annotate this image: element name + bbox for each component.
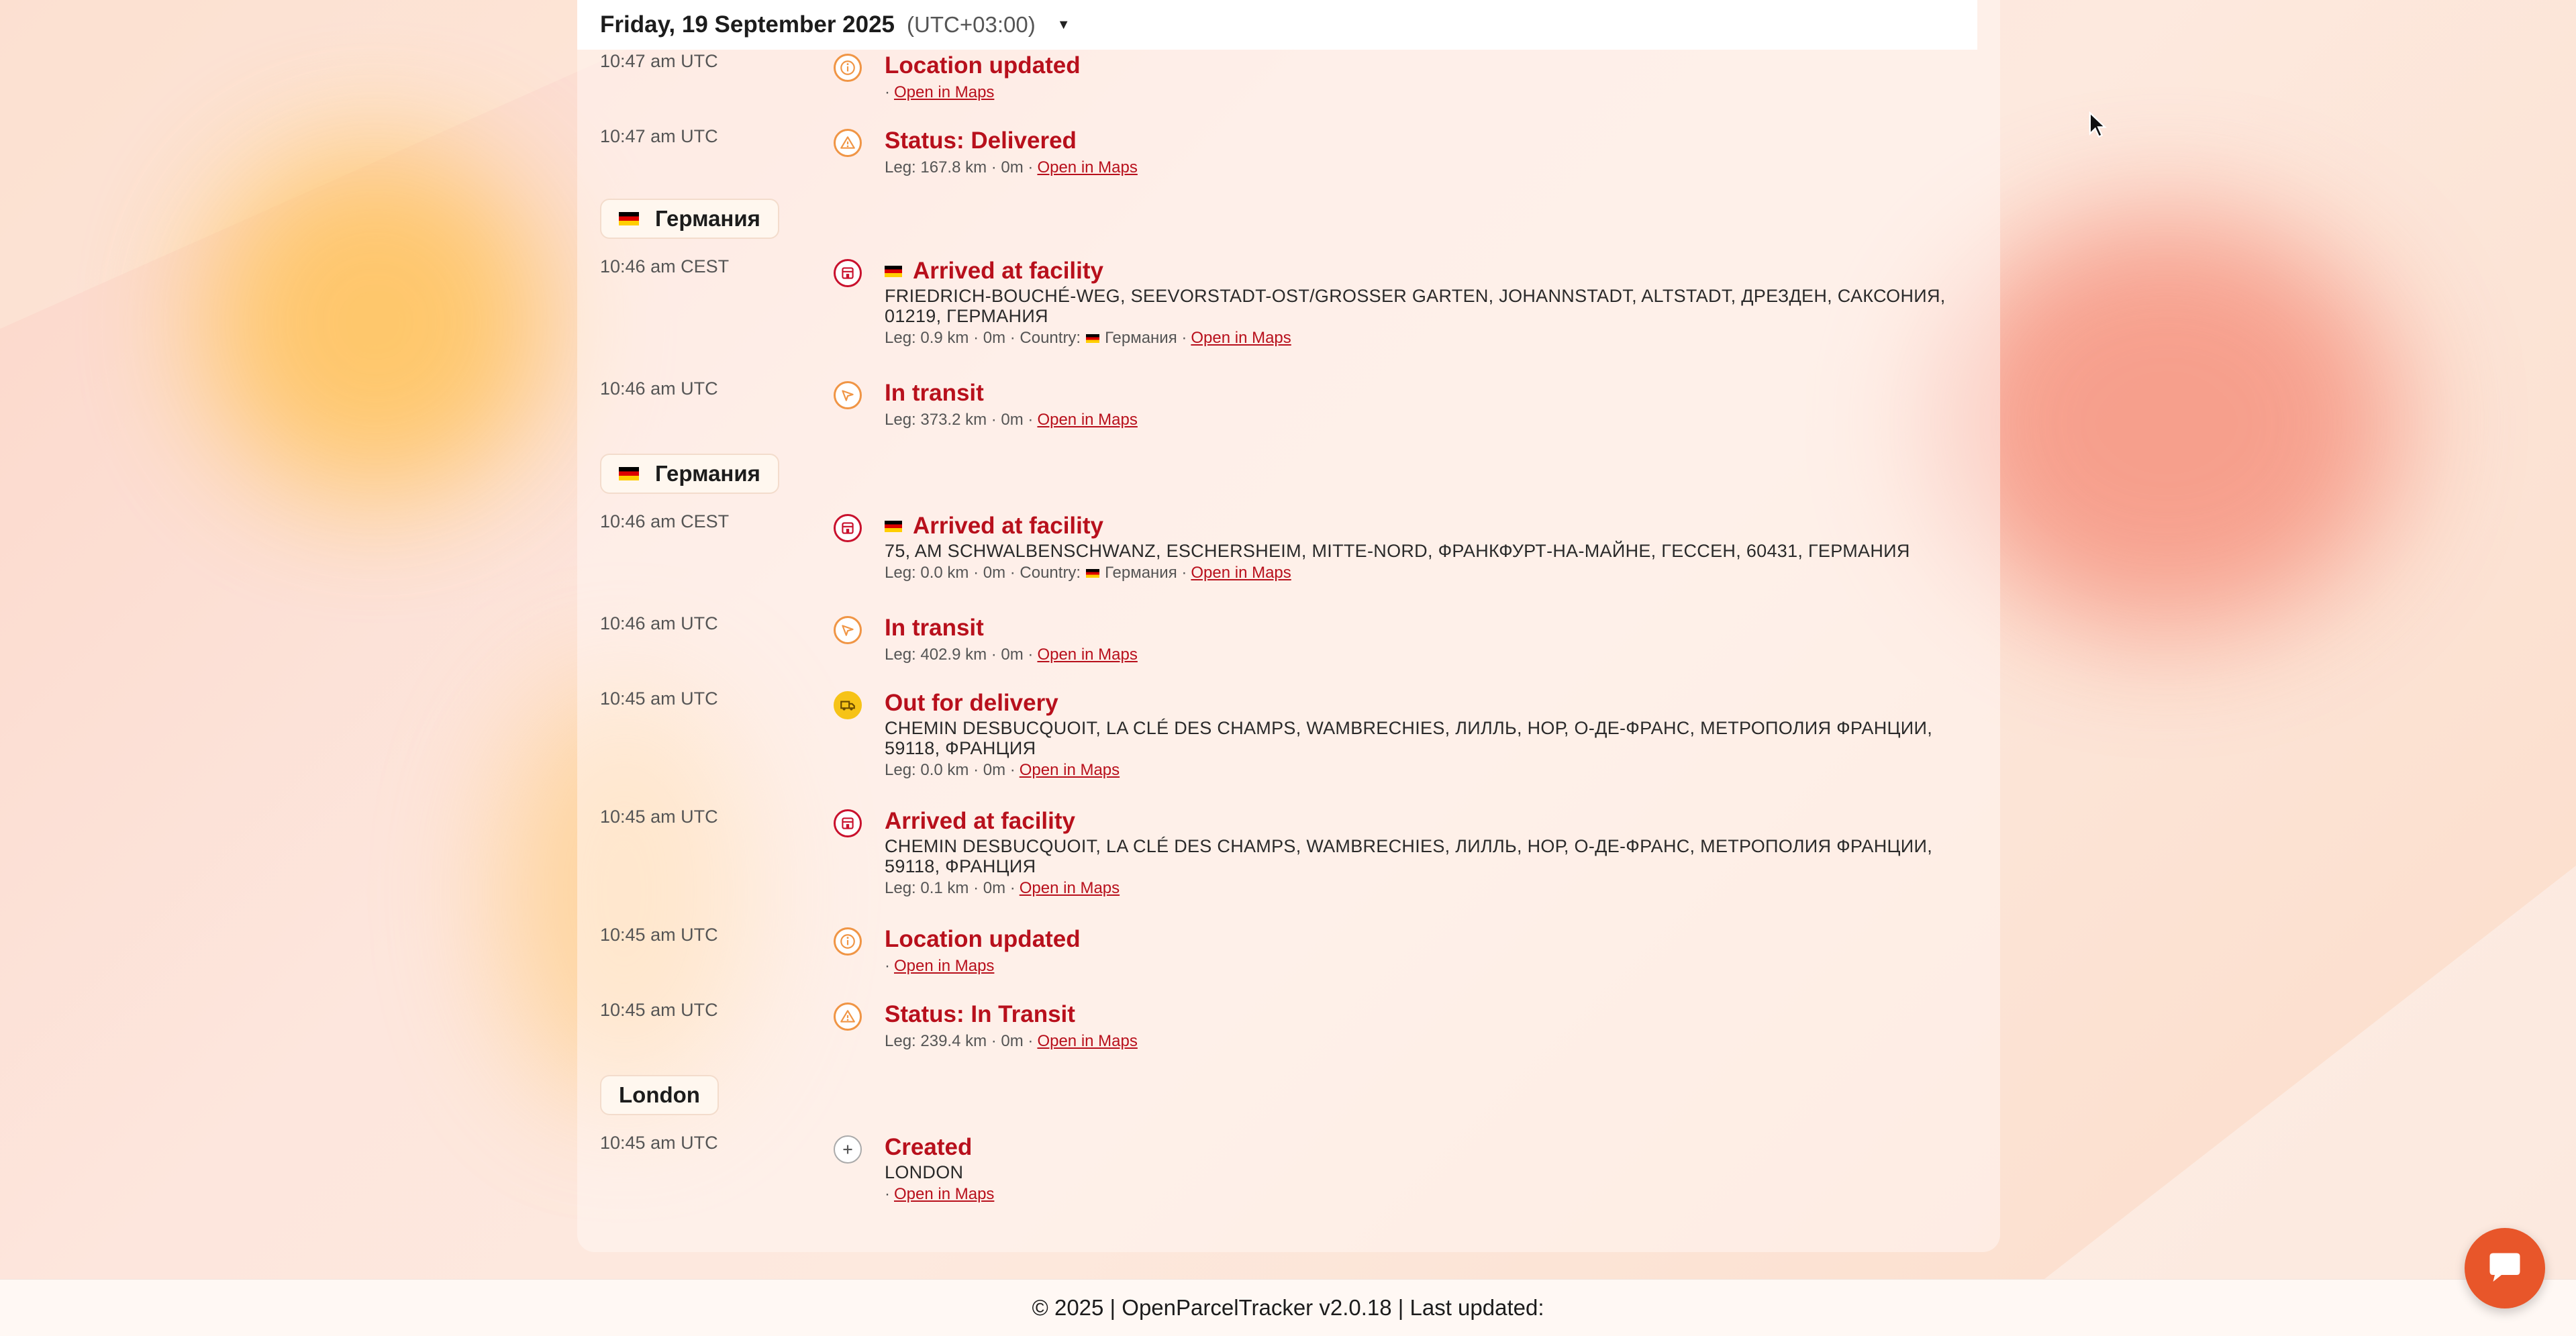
event-title: Location updated	[885, 926, 1081, 952]
event-title: Arrived at facility	[885, 511, 1985, 541]
event-title-text: Arrived at facility	[913, 513, 1103, 539]
germany-flag-icon	[619, 212, 639, 225]
footer: © 2025 | OpenParcelTracker v2.0.18 | Las…	[0, 1279, 2576, 1336]
event-title: Arrived at facility	[885, 256, 1985, 286]
plus-icon	[834, 1135, 862, 1164]
event-meta-text: ·	[885, 1185, 890, 1203]
event-meta: Leg: 402.9 km · 0m · Open in Maps	[885, 643, 1985, 667]
location-group-label: Германия	[655, 461, 760, 486]
open-in-maps-link[interactable]: Open in Maps	[1037, 643, 1137, 667]
event-meta-text: Leg: 0.0 km · 0m ·	[885, 761, 1015, 779]
event-country: Германия ·	[1105, 564, 1187, 582]
info-icon	[834, 54, 862, 82]
event-title: Out for delivery	[885, 690, 1058, 716]
event-address: 75, AM SCHWALBENSCHWANZ, ESCHERSHEIM, MI…	[885, 541, 1910, 561]
event-address: CHEMIN DESBUCQUOIT, LA CLÉ DES CHAMPS, W…	[885, 836, 1933, 876]
event-meta-text: Leg: 0.9 km · 0m · Country:	[885, 329, 1081, 347]
open-in-maps-link[interactable]: Open in Maps	[1191, 561, 1291, 585]
event-time: 10:46 am CEST	[600, 256, 730, 276]
event-time: 10:47 am UTC	[600, 126, 718, 146]
event-title: Status: Delivered	[885, 127, 1077, 154]
event-title: In transit	[885, 380, 984, 406]
event-time: 10:46 am UTC	[600, 613, 718, 633]
event-country: Германия ·	[1105, 329, 1187, 347]
germany-flag-icon	[885, 520, 902, 532]
event-meta: Leg: 0.0 km · 0m · Country: Германия · O…	[885, 561, 1985, 585]
event-time: 10:45 am UTC	[600, 1133, 718, 1153]
facility-icon	[834, 259, 862, 287]
timeline-card: Friday, 19 September 2025 (UTC+03:00) ▼ …	[577, 0, 2000, 1252]
germany-flag-icon	[619, 467, 639, 480]
chat-button[interactable]	[2465, 1228, 2545, 1308]
event-title: Arrived at facility	[885, 808, 1075, 834]
event-meta: · Open in Maps	[885, 1182, 1985, 1206]
event-meta-text: ·	[885, 83, 890, 101]
mouse-cursor-icon	[2089, 111, 2107, 138]
open-in-maps-link[interactable]: Open in Maps	[1037, 156, 1137, 180]
event-meta: Leg: 239.4 km · 0m · Open in Maps	[885, 1029, 1985, 1054]
open-in-maps-link[interactable]: Open in Maps	[894, 954, 994, 978]
chat-bubble-icon	[2489, 1253, 2520, 1282]
event-meta: Leg: 373.2 km · 0m · Open in Maps	[885, 408, 1985, 432]
event-meta-text: Leg: 167.8 km · 0m ·	[885, 158, 1034, 176]
event-time: 10:45 am UTC	[600, 807, 718, 827]
event-meta-text: Leg: 373.2 km · 0m ·	[885, 411, 1034, 429]
open-in-maps-link[interactable]: Open in Maps	[894, 1182, 994, 1206]
location-group-chip: Германия	[600, 199, 779, 239]
transit-icon	[834, 616, 862, 644]
germany-flag-icon	[1086, 333, 1100, 343]
timezone-dropdown-icon[interactable]: ▼	[1057, 17, 1071, 33]
event-time: 10:47 am UTC	[600, 51, 718, 71]
location-group-chip: London	[600, 1075, 719, 1115]
warning-icon	[834, 129, 862, 157]
footer-text: © 2025 | OpenParcelTracker v2.0.18 | Las…	[1032, 1295, 1544, 1320]
event-meta-text: Leg: 402.9 km · 0m ·	[885, 646, 1034, 664]
event-title: Location updated	[885, 52, 1081, 79]
location-group-chip: Германия	[600, 454, 779, 494]
open-in-maps-link[interactable]: Open in Maps	[1020, 758, 1120, 782]
info-icon	[834, 927, 862, 956]
event-time: 10:45 am UTC	[600, 925, 718, 945]
event-meta: Leg: 167.8 km · 0m · Open in Maps	[885, 156, 1985, 180]
event-meta-text: Leg: 0.1 km · 0m ·	[885, 879, 1015, 897]
event-meta-text: Leg: 0.0 km · 0m · Country:	[885, 564, 1081, 582]
event-time: 10:46 am CEST	[600, 511, 730, 531]
germany-flag-icon	[1086, 568, 1100, 578]
event-meta-text: ·	[885, 957, 890, 975]
event-meta: · Open in Maps	[885, 81, 1985, 105]
event-address: CHEMIN DESBUCQUOIT, LA CLÉ DES CHAMPS, W…	[885, 718, 1933, 758]
event-time: 10:46 am UTC	[600, 378, 718, 399]
open-in-maps-link[interactable]: Open in Maps	[1191, 326, 1291, 350]
warning-icon	[834, 1003, 862, 1031]
event-meta: Leg: 0.0 km · 0m · Open in Maps	[885, 758, 1985, 782]
date-header: Friday, 19 September 2025 (UTC+03:00) ▼	[577, 0, 1977, 50]
location-group-label: London	[619, 1082, 700, 1107]
facility-icon	[834, 809, 862, 837]
facility-icon	[834, 514, 862, 542]
open-in-maps-link[interactable]: Open in Maps	[1037, 408, 1137, 432]
event-meta: Leg: 0.9 km · 0m · Country: Германия · O…	[885, 326, 1985, 350]
event-meta: Leg: 0.1 km · 0m · Open in Maps	[885, 876, 1985, 901]
truck-icon	[834, 691, 862, 719]
event-address: FRIEDRICH-BOUCHÉ-WEG, SEEVORSTADT-OST/GR…	[885, 286, 1946, 326]
event-time: 10:45 am UTC	[600, 688, 718, 709]
open-in-maps-link[interactable]: Open in Maps	[1037, 1029, 1137, 1054]
transit-icon	[834, 381, 862, 409]
location-group-label: Германия	[655, 206, 760, 231]
open-in-maps-link[interactable]: Open in Maps	[894, 81, 994, 105]
event-title: Created	[885, 1134, 973, 1160]
open-in-maps-link[interactable]: Open in Maps	[1020, 876, 1120, 901]
event-meta-text: Leg: 239.4 km · 0m ·	[885, 1032, 1034, 1050]
event-meta: · Open in Maps	[885, 954, 1985, 978]
event-title: In transit	[885, 615, 984, 641]
event-title-text: Arrived at facility	[913, 258, 1103, 284]
event-address: LONDON	[885, 1162, 964, 1182]
event-title: Status: In Transit	[885, 1001, 1075, 1027]
event-time: 10:45 am UTC	[600, 1000, 718, 1020]
date-label: Friday, 19 September 2025	[600, 11, 895, 38]
timezone-label[interactable]: (UTC+03:00)	[907, 12, 1036, 38]
germany-flag-icon	[885, 265, 902, 277]
